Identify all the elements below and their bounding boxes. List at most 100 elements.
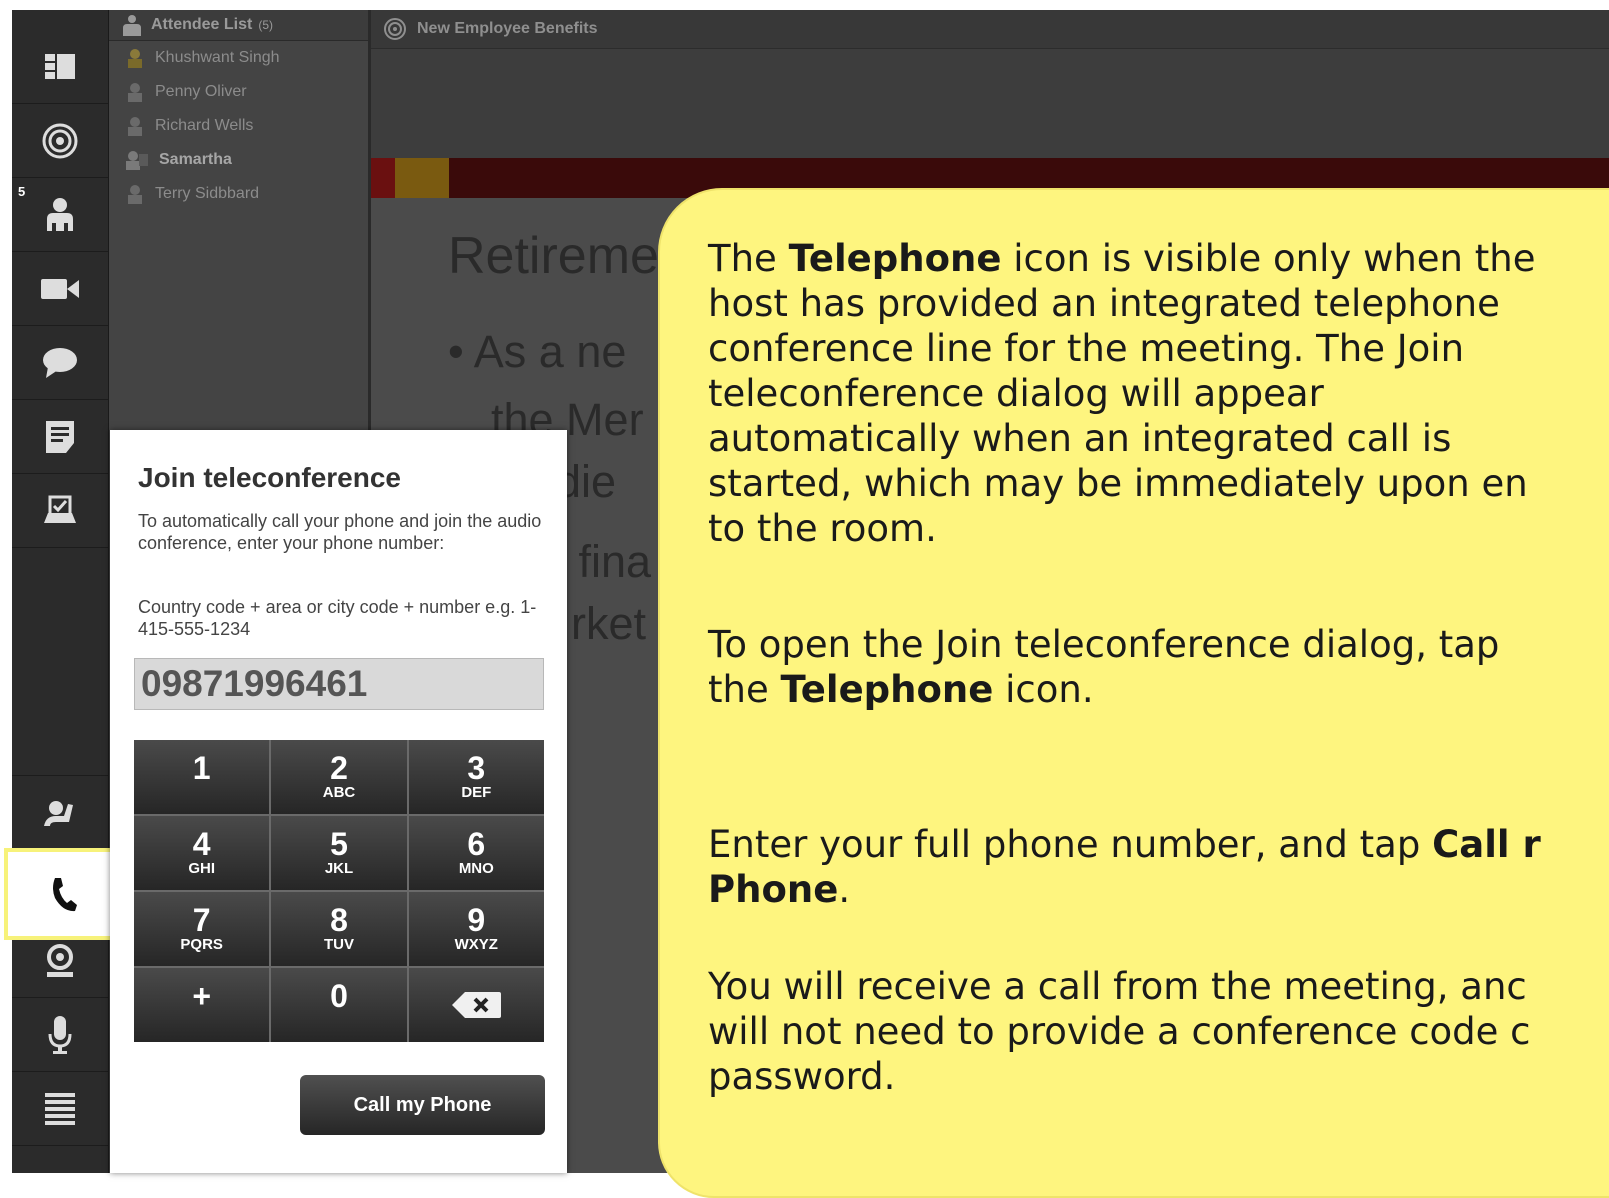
microphone-button[interactable] [12,998,108,1072]
key-digit: 8 [330,902,348,938]
key-3[interactable]: 3 DEF [408,740,544,814]
telephone-button[interactable] [4,848,122,940]
poll-icon [44,495,76,523]
user-icon [128,117,142,136]
backspace-icon [452,992,502,1018]
callout-text: To open the Join teleconference dialog, … [708,623,1500,666]
menu-button[interactable] [12,1072,108,1146]
join-teleconference-dialog: Join teleconference To automatically cal… [110,430,567,1173]
raise-hand-icon [44,800,73,826]
slide-title: Retireme [448,227,659,285]
callout-bold: Telephone [780,668,994,711]
slide-bullet: • As a ne [448,326,627,377]
callout-bold: Call r [1432,823,1541,866]
attendee-name: Richard Wells [155,117,254,134]
attendee-item[interactable]: Terry Sidbbard [109,177,368,211]
call-my-phone-button[interactable]: Call my Phone [300,1075,545,1135]
key-backspace[interactable] [408,968,544,1042]
attendee-count: (5) [258,18,274,32]
key-6[interactable]: 6 MNO [408,816,544,890]
callout-bold: Telephone [788,237,1002,280]
attendee-item[interactable]: Richard Wells [109,109,368,143]
dialog-instructions: To automatically call your phone and joi… [138,511,542,553]
key-digit: 3 [467,750,486,786]
callout-text: started, which may be immediately upon e… [708,462,1528,505]
callout-text: icon. [993,668,1094,711]
attendee-name: Terry Sidbbard [155,185,260,202]
callout-paragraph-2: To open the Join teleconference dialog, … [708,622,1499,712]
key-letters: WXYZ [454,936,498,953]
poll-button[interactable] [12,474,108,548]
chat-button[interactable] [12,326,108,400]
camera-icon [41,278,79,299]
key-digit: 5 [330,826,348,862]
callout-paragraph-1: The Telephone icon is visible only when … [708,236,1535,551]
callout-bold: Phone [708,868,839,911]
telephone-icon [53,878,77,912]
callout-paragraph-3: Enter your full phone number, and tap Ca… [708,822,1541,912]
callout-text: . [838,868,851,911]
key-0[interactable]: 0 [271,968,407,1042]
attendees-button[interactable]: 5 [12,178,108,252]
help-callout: The Telephone icon is visible only when … [658,188,1609,1198]
share-pod-button[interactable] [12,104,108,178]
toolbar-spacer [12,548,108,776]
key-letters: ABC [322,784,356,801]
user-icon [128,83,142,102]
key-7[interactable]: 7 PQRS [134,892,270,966]
callout-text: will not need to provide a conference co… [708,1010,1531,1053]
attendee-count-badge: 5 [18,184,26,199]
key-digit: 9 [467,902,486,938]
callout-text: conference line for the meeting. The Joi… [708,327,1465,370]
key-digit: 2 [330,750,348,786]
attendee-list-header: Attendee List (5) [109,10,368,41]
layout-button[interactable] [12,30,108,104]
key-letters: DEF [461,784,492,801]
key-5[interactable]: 5 JKL [271,816,407,890]
attendee-item-self[interactable]: Samartha [109,143,368,177]
webcam-icon [47,943,73,977]
callout-text: icon is visible only when the [1001,237,1536,280]
key-digit: 0 [330,978,348,1014]
callout-text: password. [708,1055,896,1098]
key-letters: TUV [323,936,354,953]
key-2[interactable]: 2 ABC [271,740,407,814]
key-1[interactable]: 1 [134,740,270,814]
attendee-item[interactable]: Khushwant Singh [109,41,368,75]
dial-keypad: 1 2 ABC 3 DEF 4 GHI 5 JKL 6 MNO 7 PQRS 8 TUV 9W… [134,740,544,1042]
callout-text: host has provided an integrated telephon… [708,282,1500,325]
key-digit: 1 [192,750,211,786]
key-letters: GHI [188,860,215,877]
layout-icon [45,53,75,79]
key-9[interactable]: 9 WXYZ [408,892,544,966]
share-target-icon [384,18,406,40]
callout-text: to the room. [708,507,937,550]
callout-text: the [708,668,781,711]
share-pod-header: New Employee Benefits [371,10,1609,49]
user-icon [128,185,142,204]
key-letters: JKL [324,860,354,877]
host-user-icon [128,49,142,68]
callout-text: teleconference dialog will appear [708,372,1324,415]
phone-number-input[interactable]: 09871996461 [134,658,544,710]
microphone-icon [48,1015,72,1054]
key-plus[interactable]: + [134,968,270,1042]
notes-button[interactable] [12,400,108,474]
attendee-list-title: Attendee List [151,16,253,33]
attendee-item[interactable]: Penny Oliver [109,75,368,109]
attendee-name: Penny Oliver [155,83,247,100]
key-digit: 4 [192,826,211,862]
key-4[interactable]: 4 GHI [134,816,270,890]
callout-text: automatically when an integrated call is [708,417,1452,460]
key-letters: MNO [458,860,494,877]
camera-button[interactable] [12,252,108,326]
key-8[interactable]: 8 TUV [271,892,407,966]
user-icon [126,151,148,170]
left-toolbar: 5 [12,10,109,1173]
slide-text: rket [571,598,647,649]
key-digit: 7 [192,902,211,938]
notes-icon [46,420,74,453]
key-letters: PQRS [180,936,223,953]
menu-icon [45,1092,75,1125]
raise-hand-button[interactable] [12,776,108,850]
